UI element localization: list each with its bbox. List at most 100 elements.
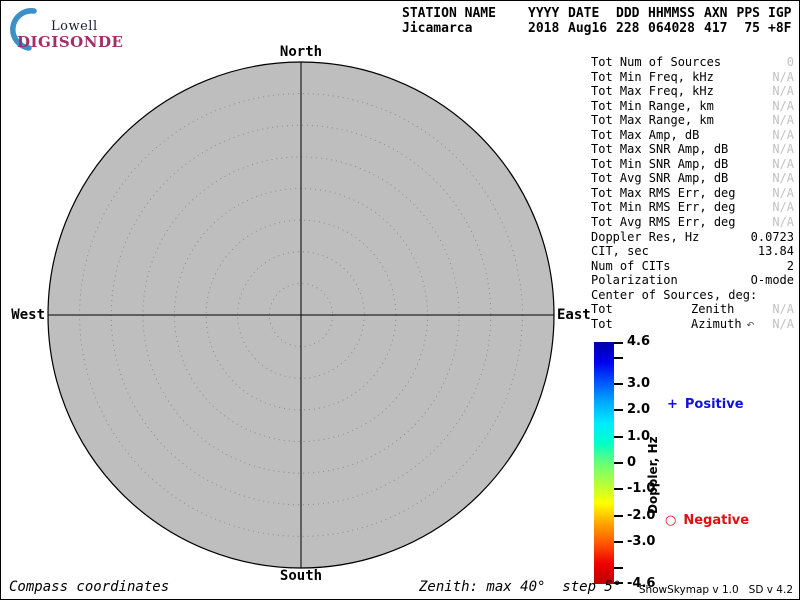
stat-row: Tot Min Freq, kHz N/A: [591, 70, 795, 85]
logo-text-lowell: Lowell: [51, 19, 98, 34]
stat-row: Tot Max Freq, kHz N/A: [591, 84, 795, 99]
colorbar-tick-label: -3.0: [627, 535, 655, 549]
software-version-label: ShowSkymap v 1.0 SD v 4.2: [639, 584, 793, 596]
compass-label-west: West: [1, 307, 45, 323]
compass-label-north: North: [271, 44, 331, 60]
stat-row: Tot Azimuth↶ N/A: [591, 317, 795, 332]
header-col-pps: PPS: [736, 6, 768, 21]
header-values-row: Jicamarca 2018 Aug16 228 064028 417 75 +…: [402, 21, 798, 36]
colorbar-tick-label: 0: [627, 456, 636, 470]
colorbar-tick: [614, 541, 623, 543]
stat-value: N/A: [772, 317, 794, 332]
header-col-yyyy: YYYY: [528, 6, 568, 21]
coordinates-mode-label: Compass coordinates: [9, 579, 169, 595]
header-columns-row: STATION NAME YYYY DATE DDD HHMMSS AXN PP…: [402, 6, 798, 21]
legend-negative-label: Negative: [683, 513, 749, 528]
colorbar-tick: [614, 436, 623, 438]
stat-label: Doppler Res, Hz: [591, 230, 699, 245]
stat-label: Polarization: [591, 273, 678, 288]
pps-value: 75: [736, 21, 768, 36]
stat-value: 2: [787, 259, 794, 274]
colorbar-tick: [614, 357, 623, 359]
stat-row: Tot Min SNR Amp, dBN/A: [591, 157, 795, 172]
legend-positive-label: Positive: [685, 397, 744, 412]
stat-value: 13.84: [758, 244, 794, 259]
stat-label: Tot Min Range, km: [591, 99, 714, 114]
colorbar-tick: [614, 409, 623, 411]
stat-row: Doppler Res, Hz 0.0723: [591, 230, 795, 245]
header-col-hhmmss: HHMMSS: [648, 6, 704, 21]
colorbar-tick: [614, 462, 623, 464]
stat-label: Tot Max Range, km: [591, 113, 714, 128]
stat-label: Tot: [591, 317, 613, 332]
header-col-date: DATE: [568, 6, 616, 21]
stat-label: Tot Max RMS Err, deg: [591, 186, 736, 201]
stat-row: Tot Max RMS Err, deg N/A: [591, 186, 795, 201]
colorbar-tick-label: 4.6: [627, 335, 650, 349]
stat-row: Tot Max Amp, dB N/A: [591, 128, 795, 143]
zenith-range-label: Zenith: max 40° step 5°: [419, 579, 621, 595]
colorbar-tick-label: 3.0: [627, 377, 650, 391]
header-col-igp: IGP: [768, 6, 798, 21]
header-col-axn: AXN: [704, 6, 736, 21]
stat-label: Num of CITs: [591, 259, 670, 274]
colorbar-axis-label: Doppler, Hz: [646, 418, 660, 514]
stat-value: 0: [787, 55, 794, 70]
station-name: Jicamarca: [402, 21, 528, 36]
stat-row: Tot Min Range, km N/A: [591, 99, 795, 114]
colorbar-tick: [614, 488, 623, 490]
stat-label: Tot Avg RMS Err, deg: [591, 215, 736, 230]
colorbar-tick: [614, 567, 623, 569]
stat-value: N/A: [772, 84, 794, 99]
compass-label-south: South: [271, 568, 331, 584]
stat-label: Tot Avg SNR Amp, dB: [591, 171, 728, 186]
stat-row: Tot Avg RMS Err, deg N/A: [591, 215, 795, 230]
stat-value: N/A: [772, 99, 794, 114]
stat-row: Tot Max SNR Amp, dB N/A: [591, 142, 795, 157]
stat-row: Tot Avg SNR Amp, dB N/A: [591, 171, 795, 186]
stat-label: Tot Max Amp, dB: [591, 128, 699, 143]
colorbar-gradient: [594, 342, 614, 584]
stat-value: N/A: [772, 70, 794, 85]
stat-value: 0.0723: [751, 230, 794, 245]
year-value: 2018: [528, 21, 568, 36]
stat-value: N/A: [772, 200, 794, 215]
logo-text-digisonde: DIGISONDE: [17, 33, 123, 51]
stat-label: CIT, sec: [591, 244, 649, 259]
stat-value: N/A: [772, 171, 794, 186]
stat-value: N/A: [772, 215, 794, 230]
legend-positive: +Positive: [667, 397, 744, 412]
stat-value: N/A: [772, 113, 794, 128]
stat-label: Tot Max SNR Amp, dB: [591, 142, 728, 157]
colorbar-tick: [614, 383, 623, 385]
doppler-colorbar: 4.63.02.01.00-1.0-2.0-3.0-4.6 Doppler, H…: [594, 342, 794, 584]
stat-row: Tot Num of Sources0: [591, 55, 795, 70]
stat-value: N/A: [772, 142, 794, 157]
stat-row: Tot Max Range, km N/A: [591, 113, 795, 128]
colorbar-tick: [614, 342, 623, 344]
stat-row: Num of CITs 2: [591, 259, 795, 274]
stats-panel: Tot Num of Sources0Tot Min Freq, kHzN/AT…: [591, 55, 795, 331]
stat-label: Tot Min RMS Err, deg: [591, 200, 736, 215]
lowell-digisonde-logo: Lowell DIGISONDE: [9, 7, 119, 51]
stat-value: N/A: [772, 157, 794, 172]
date-value: Aug16: [568, 21, 616, 36]
skymap-polar-plot: [47, 61, 555, 569]
stat-sublabel: Azimuth↶: [691, 317, 754, 334]
stat-row: Center of Sources, deg:: [591, 288, 795, 303]
circle-symbol-icon: ○: [665, 513, 676, 528]
stat-value: N/A: [772, 302, 794, 317]
time-value: 064028: [648, 21, 704, 36]
stat-label: Tot: [591, 302, 613, 317]
stat-label: Tot Min Freq, kHz: [591, 70, 714, 85]
skymap-window: Lowell DIGISONDE STATION NAME YYYY DATE …: [0, 0, 800, 600]
stat-value: N/A: [772, 128, 794, 143]
stat-row: Tot Min RMS Err, deg N/A: [591, 200, 795, 215]
colorbar-tick: [614, 515, 623, 517]
stat-value: N/A: [772, 186, 794, 201]
header-col-ddd: DDD: [616, 6, 648, 21]
stat-sublabel: Zenith: [691, 302, 734, 317]
igp-value: +8F: [768, 21, 798, 36]
legend-negative: ○ Negative: [665, 513, 749, 528]
stat-label: Tot Max Freq, kHz: [591, 84, 714, 99]
